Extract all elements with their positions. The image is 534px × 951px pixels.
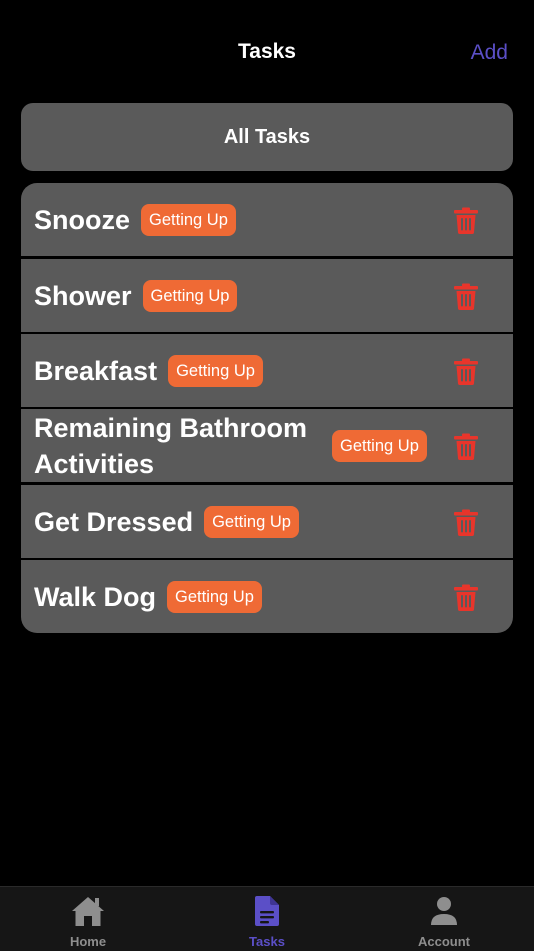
task-name: Shower — [34, 280, 132, 311]
task-name: Breakfast — [34, 355, 158, 386]
task-row[interactable]: Walk Dog Getting Up — [21, 560, 513, 633]
person-icon — [431, 897, 457, 925]
page-title: Tasks — [238, 40, 296, 63]
tab-label: Tasks — [249, 934, 285, 949]
tab-account[interactable]: Account — [384, 887, 504, 951]
task-row[interactable]: Get Dressed Getting Up — [21, 485, 513, 558]
tab-home[interactable]: Home — [28, 887, 148, 951]
task-list: Snooze Getting Up Shower Getting Up Brea… — [21, 183, 513, 633]
task-row[interactable]: Snooze Getting Up — [21, 183, 513, 256]
category-badge: Getting Up — [142, 279, 238, 312]
trash-icon[interactable] — [454, 283, 478, 310]
task-name: Get Dressed — [34, 506, 194, 537]
task-name: Remaining Bathroom Activities — [34, 412, 308, 479]
trash-icon[interactable] — [454, 207, 478, 234]
task-name: Walk Dog — [34, 581, 157, 612]
tab-bar: Home Tasks Account — [0, 886, 534, 951]
category-badge: Getting Up — [204, 505, 299, 538]
tab-label: Account — [418, 934, 470, 949]
category-badge: Getting Up — [141, 203, 236, 236]
task-row[interactable]: Shower Getting Up — [21, 259, 513, 332]
trash-icon[interactable] — [454, 584, 478, 611]
navigation-bar: Tasks Add — [0, 0, 534, 100]
trash-icon[interactable] — [454, 509, 478, 536]
tab-label: Home — [69, 934, 107, 949]
trash-icon[interactable] — [454, 358, 478, 385]
filter-label: All Tasks — [223, 125, 311, 148]
category-badge: Getting Up — [332, 429, 427, 462]
tab-tasks[interactable]: Tasks — [207, 887, 327, 951]
trash-icon[interactable] — [454, 433, 478, 460]
category-badge: Getting Up — [167, 580, 262, 613]
document-icon — [255, 896, 279, 926]
category-badge: Getting Up — [168, 354, 263, 387]
task-row[interactable]: Breakfast Getting Up — [21, 334, 513, 407]
task-name: Snooze — [34, 204, 131, 235]
add-task-button[interactable]: Add — [471, 41, 508, 65]
task-row[interactable]: Remaining Bathroom Activities Getting Up — [21, 409, 513, 482]
house-icon — [72, 897, 104, 926]
all-tasks-filter-button[interactable]: All Tasks — [21, 103, 513, 171]
